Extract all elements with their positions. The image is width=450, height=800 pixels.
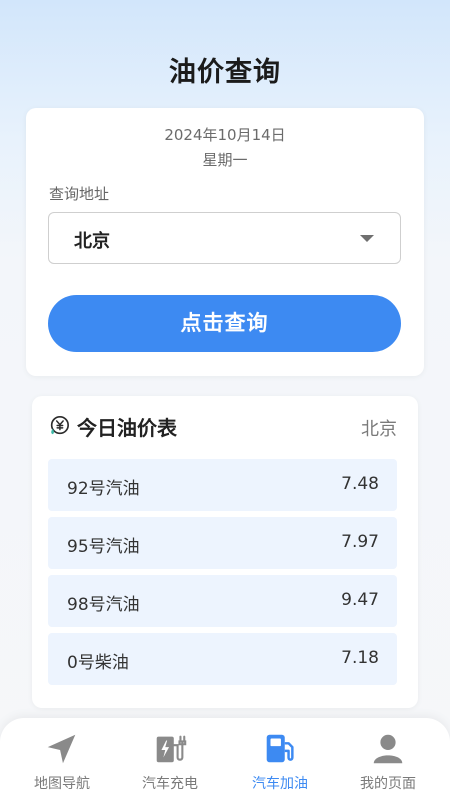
price-table-city: 北京 <box>361 419 397 440</box>
price-row-92: 92号汽油 7.48 <box>48 459 397 511</box>
fuel-name: 92号汽油 <box>67 479 140 499</box>
price-row-95: 95号汽油 7.97 <box>48 517 397 569</box>
navigation-icon <box>47 734 76 764</box>
tab-my-page[interactable]: 我的页面 <box>332 718 444 800</box>
chevron-down-icon <box>360 235 374 242</box>
address-label: 查询地址 <box>49 185 110 203</box>
query-button[interactable]: 点击查询 <box>48 295 401 352</box>
bottom-tab-bar: 地图导航 汽车充电 汽车加油 我的页面 <box>0 718 450 800</box>
weekday-text: 星期一 <box>202 151 248 169</box>
tab-map-navigation[interactable]: 地图导航 <box>6 718 118 800</box>
fuel-price: 7.18 <box>341 648 379 668</box>
date-text: 2024年10月14日 <box>164 126 286 144</box>
price-row-98: 98号汽油 9.47 <box>48 575 397 627</box>
city-select-value: 北京 <box>74 231 110 252</box>
tab-ev-charging[interactable]: 汽车充电 <box>114 718 226 800</box>
tab-refueling[interactable]: 汽车加油 <box>224 718 336 800</box>
fuel-price: 7.48 <box>341 474 379 494</box>
city-select[interactable]: 北京 <box>48 212 401 264</box>
tab-label: 我的页面 <box>360 776 416 792</box>
fuel-name: 0号柴油 <box>67 653 129 673</box>
tab-label: 汽车充电 <box>142 776 198 792</box>
tab-label: 汽车加油 <box>252 776 308 792</box>
ev-charger-icon <box>156 735 187 763</box>
gas-pump-icon <box>266 734 294 763</box>
page-title: 油价查询 <box>169 57 281 88</box>
user-icon <box>373 734 403 764</box>
price-table-title: 今日油价表 <box>77 416 177 440</box>
query-card: 2024年10月14日 星期一 查询地址 北京 点击查询 <box>26 108 424 376</box>
tab-label: 地图导航 <box>34 776 90 792</box>
price-table-card: 今日油价表 北京 92号汽油 7.48 95号汽油 7.97 98号汽油 9.4… <box>32 396 418 708</box>
fuel-name: 98号汽油 <box>67 595 140 615</box>
price-row-diesel-0: 0号柴油 7.18 <box>48 633 397 685</box>
fuel-name: 95号汽油 <box>67 537 140 557</box>
fuel-price: 7.97 <box>341 532 379 552</box>
yuan-coin-icon <box>50 416 69 435</box>
fuel-price: 9.47 <box>341 590 379 610</box>
